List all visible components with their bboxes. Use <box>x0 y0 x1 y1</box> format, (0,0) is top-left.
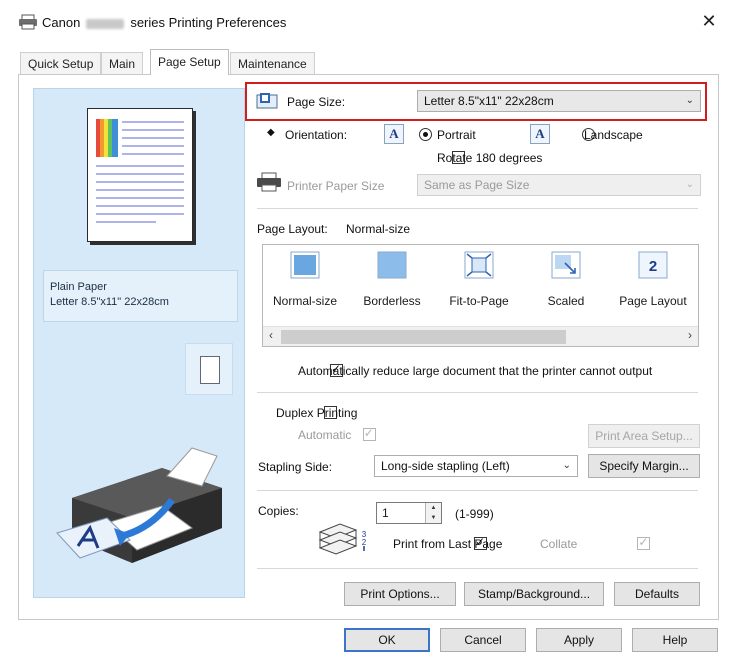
print-options-button[interactable]: Print Options... <box>344 582 456 606</box>
copies-range: (1-999) <box>455 507 494 521</box>
page-layout-current: Normal-size <box>346 222 411 236</box>
stapling-side-value: Long-side stapling (Left) <box>381 459 510 473</box>
order-arrows-icon: 3 2 <box>362 530 367 551</box>
specify-margin-button[interactable]: Specify Margin... <box>588 454 700 478</box>
orientation-preview <box>185 343 233 395</box>
divider <box>257 208 698 209</box>
portrait-label: Portrait <box>437 128 476 142</box>
layout-option-label: Scaled <box>547 294 585 308</box>
bullet-arrow-icon: ◆ <box>267 127 275 138</box>
svg-text:2: 2 <box>362 538 367 547</box>
apply-button[interactable]: Apply <box>536 628 622 652</box>
defaults-button[interactable]: Defaults <box>614 582 700 606</box>
tab-quick-setup-label: Quick Setup <box>28 57 94 71</box>
divider <box>257 392 698 393</box>
divider <box>257 490 698 491</box>
stamp-background-button[interactable]: Stamp/Background... <box>464 582 604 606</box>
landscape-orientation-icon: A <box>530 124 550 144</box>
print-area-setup-button[interactable]: Print Area Setup... <box>588 424 700 448</box>
auto-reduce-label: Automatically reduce large document that… <box>298 364 653 378</box>
copies-stack-icon <box>318 523 358 555</box>
spin-up-icon[interactable]: ▲ <box>426 503 441 513</box>
portrait-page-icon <box>200 356 220 384</box>
collate-checkbox[interactable] <box>637 535 651 550</box>
tab-maintenance[interactable]: Maintenance <box>230 52 315 74</box>
layout-scrollbar[interactable]: ‹ › <box>263 326 698 346</box>
layout-option-borderless[interactable]: Borderless <box>352 251 432 308</box>
copies-spinner[interactable]: 1 ▲ ▼ <box>376 502 442 524</box>
window-title-suffix: series Printing Preferences <box>130 15 287 30</box>
layout-option-fit-to-page[interactable]: Fit-to-Page <box>439 251 519 308</box>
page-layout-label: Page Layout: <box>257 222 328 236</box>
copies-value: 1 <box>382 506 389 520</box>
spin-down-icon[interactable]: ▼ <box>426 513 441 523</box>
cancel-button[interactable]: Cancel <box>440 628 526 652</box>
tab-page-setup-label: Page Setup <box>158 55 221 69</box>
media-info-box: Plain Paper Letter 8.5"x11" 22x28cm <box>43 270 238 322</box>
printer-app-icon <box>19 14 37 30</box>
tab-page-setup[interactable]: Page Setup <box>150 49 229 75</box>
page-layout-icon: 2 <box>638 251 668 279</box>
layout-option-page-layout[interactable]: 2 Page Layout <box>613 251 693 308</box>
page-preview <box>87 108 193 242</box>
layout-option-label: Normal-size <box>272 294 337 308</box>
page-layout-badge: 2 <box>649 258 657 275</box>
chevron-down-icon: ⌄ <box>562 460 571 471</box>
tab-main[interactable]: Main <box>101 52 144 74</box>
orientation-label: Orientation: <box>285 128 348 142</box>
page-size-value: Letter 8.5"x11" 22x28cm <box>424 94 554 108</box>
color-bars-image <box>96 119 118 157</box>
fit-to-page-icon <box>464 251 494 279</box>
stapling-side-select[interactable]: Long-side stapling (Left) ⌄ <box>374 455 578 477</box>
copies-spin-buttons[interactable]: ▲ ▼ <box>425 503 441 523</box>
window-title: Canon series Printing Preferences <box>42 15 286 30</box>
ok-button[interactable]: OK <box>344 628 430 652</box>
scroll-left-icon[interactable]: ‹ <box>263 328 279 342</box>
page-size-icon <box>256 93 278 109</box>
printer-paper-size-select[interactable]: Same as Page Size ⌄ <box>417 174 701 196</box>
printer-paper-size-label: Printer Paper Size <box>287 179 385 193</box>
layout-option-normal-size[interactable]: Normal-size <box>265 251 345 308</box>
paper-size-text: Letter 8.5"x11" 22x28cm <box>50 296 169 308</box>
copies-label: Copies: <box>258 504 299 518</box>
duplex-automatic-checkbox[interactable] <box>362 426 376 441</box>
duplex-label: Duplex Printing <box>276 406 358 420</box>
media-type-text: Plain Paper <box>50 281 107 293</box>
printer-paper-icon <box>257 172 281 192</box>
portrait-orientation-icon: A <box>384 124 404 144</box>
tab-main-label: Main <box>109 57 136 71</box>
close-icon: ✕ <box>701 11 717 31</box>
redacted-model-name <box>86 18 125 29</box>
page-size-label: Page Size: <box>287 95 346 109</box>
window-title-app: Canon <box>42 15 81 30</box>
layout-option-scaled[interactable]: Scaled <box>526 251 606 308</box>
layout-option-label: Borderless <box>363 294 421 308</box>
tab-maintenance-label: Maintenance <box>238 57 307 71</box>
chevron-down-icon: ⌄ <box>685 179 694 190</box>
scrollbar-thumb[interactable] <box>281 330 566 344</box>
layout-option-label: Page Layout <box>619 294 687 308</box>
close-button[interactable]: ✕ <box>698 10 720 32</box>
scroll-right-icon[interactable]: › <box>682 328 698 342</box>
help-button[interactable]: Help <box>632 628 718 652</box>
tab-quick-setup[interactable]: Quick Setup <box>20 52 102 74</box>
normal-size-icon <box>290 251 320 279</box>
collate-label: Collate <box>540 537 578 551</box>
rotate-180-label: Rotate 180 degrees <box>437 151 543 165</box>
printer-illustration <box>56 447 222 563</box>
scaled-icon <box>551 251 581 279</box>
divider <box>257 568 698 569</box>
page-size-select[interactable]: Letter 8.5"x11" 22x28cm ⌄ <box>417 90 701 112</box>
duplex-automatic-label: Automatic <box>298 428 352 442</box>
chevron-down-icon: ⌄ <box>685 95 694 106</box>
landscape-label: Landscape <box>584 128 643 142</box>
stapling-side-label: Stapling Side: <box>258 460 333 474</box>
portrait-radio[interactable] <box>419 128 432 141</box>
print-from-last-page-label: Print from Last Page <box>393 537 503 551</box>
printer-paper-size-value: Same as Page Size <box>424 178 530 192</box>
layout-option-label: Fit-to-Page <box>449 294 509 308</box>
borderless-icon <box>377 251 407 279</box>
